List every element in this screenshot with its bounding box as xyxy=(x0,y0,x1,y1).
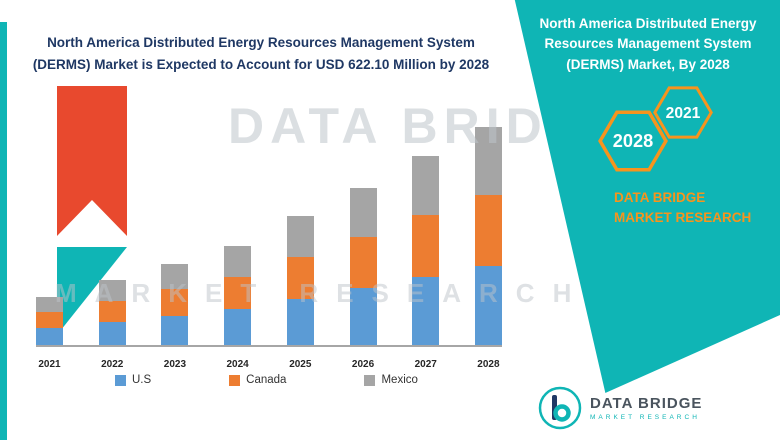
segment-mexico-2027 xyxy=(412,156,439,215)
segment-mexico-2026 xyxy=(350,188,377,237)
segment-canada-2021 xyxy=(36,312,63,328)
panel-brand-text: DATA BRIDGE MARKET RESEARCH xyxy=(614,188,764,227)
chart-title: North America Distributed Energy Resourc… xyxy=(18,32,504,75)
bar-2026 xyxy=(350,188,377,345)
segment-u-s-2021 xyxy=(36,328,63,346)
bar-2022 xyxy=(99,280,126,345)
segment-u-s-2025 xyxy=(287,299,314,346)
segment-canada-2023 xyxy=(161,289,188,315)
x-tick-2028: 2028 xyxy=(475,359,502,370)
legend-swatch-canada xyxy=(229,375,240,386)
segment-mexico-2025 xyxy=(287,216,314,256)
legend-label-mexico: Mexico xyxy=(381,374,417,386)
x-tick-2026: 2026 xyxy=(350,359,377,370)
segment-u-s-2026 xyxy=(350,288,377,345)
segment-canada-2022 xyxy=(99,301,126,322)
segment-u-s-2022 xyxy=(99,322,126,345)
legend-item-canada: Canada xyxy=(229,374,286,386)
legend-swatch-mexico xyxy=(364,375,375,386)
segment-u-s-2024 xyxy=(224,309,251,345)
panel-title: North America Distributed Energy Resourc… xyxy=(528,14,768,75)
x-tick-2027: 2027 xyxy=(412,359,439,370)
segment-u-s-2028 xyxy=(475,266,502,345)
segment-mexico-2023 xyxy=(161,264,188,290)
x-tick-2024: 2024 xyxy=(224,359,251,370)
segment-canada-2027 xyxy=(412,215,439,277)
legend-item-u-s: U.S xyxy=(115,374,151,386)
footer-logo-mark xyxy=(538,386,582,430)
segment-canada-2025 xyxy=(287,257,314,299)
bar-2023 xyxy=(161,264,188,345)
x-axis: 2021 2022 2023 2024 2025 2026 2027 2028 xyxy=(36,359,502,370)
x-tick-2025: 2025 xyxy=(287,359,314,370)
x-tick-2021: 2021 xyxy=(36,359,63,370)
legend-swatch-u-s xyxy=(115,375,126,386)
x-tick-2022: 2022 xyxy=(99,359,126,370)
stacked-bar-chart: 2021 2022 2023 2024 2025 2026 2027 2028 xyxy=(28,100,520,380)
hexagon-2028: 2028 xyxy=(598,110,668,172)
segment-u-s-2027 xyxy=(412,277,439,345)
segment-mexico-2022 xyxy=(99,280,126,300)
hexagon-year-label: 2021 xyxy=(666,105,701,122)
bar-2021 xyxy=(36,297,63,345)
segment-mexico-2021 xyxy=(36,297,63,312)
segment-canada-2024 xyxy=(224,277,251,309)
bar-2028 xyxy=(475,127,502,345)
footer-text: DATA BRIDGE MARKET RESEARCH xyxy=(590,395,702,421)
chart-plot-area xyxy=(36,100,502,347)
segment-u-s-2023 xyxy=(161,316,188,345)
bar-2027 xyxy=(412,156,439,345)
left-accent-bar xyxy=(0,22,7,440)
hexagon-year-label: 2028 xyxy=(613,131,653,151)
bar-2025 xyxy=(287,216,314,345)
footer-logo: DATA BRIDGE MARKET RESEARCH xyxy=(538,386,702,430)
footer-brand: DATA BRIDGE xyxy=(590,395,702,412)
legend-item-mexico: Mexico xyxy=(364,374,417,386)
segment-canada-2026 xyxy=(350,237,377,288)
footer-tagline: MARKET RESEARCH xyxy=(590,414,702,421)
segment-mexico-2028 xyxy=(475,127,502,195)
legend-label-u-s: U.S xyxy=(132,374,151,386)
segment-mexico-2024 xyxy=(224,246,251,277)
chart-legend: U.S Canada Mexico xyxy=(115,374,418,386)
infographic-canvas: DATA BRIDGE MARKET RESEARCH North Americ… xyxy=(0,0,780,440)
segment-canada-2028 xyxy=(475,195,502,266)
bar-2024 xyxy=(224,246,251,345)
x-tick-2023: 2023 xyxy=(161,359,188,370)
legend-label-canada: Canada xyxy=(246,374,286,386)
